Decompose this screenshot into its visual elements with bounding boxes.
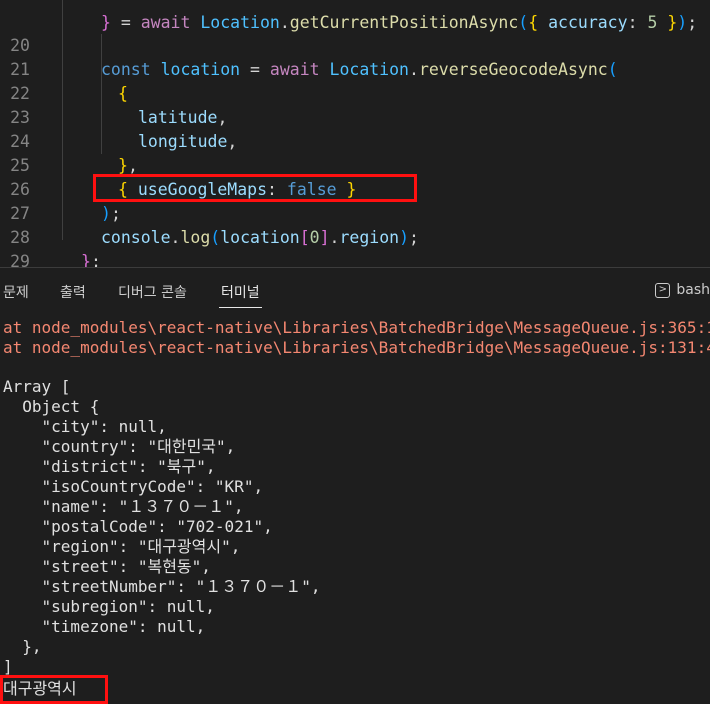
stack-trace-line: at node_modules\react-native\Libraries\B… (3, 318, 710, 337)
code-line-23: 23 longitude, (0, 82, 710, 151)
terminal-icon: > (655, 282, 671, 298)
code-line-25: 25 { useGoogleMaps: false } (0, 130, 710, 199)
output-line: "subregion": null, (3, 597, 215, 616)
output-line: "postalCode": "702-021", (3, 517, 273, 536)
terminal-output[interactable]: at node_modules\react-native\Libraries\B… (0, 312, 710, 704)
output-line: "isoCountryCode": "KR", (3, 477, 264, 496)
panel-tab-bar: 문제 출력 디버그 콘솔 터미널 > bash (0, 268, 710, 312)
code-line-30: 30 ask(); (0, 250, 710, 267)
output-line: "name": "１３７０－１", (3, 497, 244, 516)
output-line: }, (3, 637, 42, 656)
stack-trace-line: at node_modules\react-native\Libraries\B… (3, 338, 710, 357)
output-line: "district": "북구", (3, 457, 216, 476)
output-line: "city": null, (3, 417, 167, 436)
output-line: "country": "대한민국", (3, 437, 236, 456)
output-line: "streetNumber": "１３７０－１", (3, 577, 321, 596)
tab-output[interactable]: 출력 (60, 282, 86, 302)
tab-terminal[interactable]: 터미널 (219, 282, 262, 308)
output-line: Array [ (3, 377, 71, 396)
code-editor[interactable]: } = await Location.getCurrentPositionAsy… (0, 0, 710, 268)
code-line-20: 20 const location = await Location.rever… (0, 10, 710, 79)
output-line: Object { (3, 397, 100, 416)
tab-debug-console[interactable]: 디버그 콘솔 (118, 282, 187, 302)
code-line-21: 21 { (0, 34, 710, 103)
output-line: ] (3, 657, 13, 676)
output-line: "region": "대구광역시", (3, 537, 241, 556)
code-line-24: 24 }, (0, 106, 710, 175)
shell-label: bash (676, 282, 710, 298)
highlight-box-result (0, 675, 108, 704)
code-line-22: 22 latitude, (0, 58, 710, 127)
terminal-shell-selector[interactable]: > bash (655, 282, 710, 298)
highlight-box-console-log (93, 174, 417, 202)
tab-problems[interactable]: 문제 (3, 282, 29, 302)
output-line: "timezone": null, (3, 617, 206, 636)
output-line: "street": "복현동", (3, 557, 211, 576)
code-line-28: 28 }; (0, 202, 710, 267)
code-line-29: 29 useEffect(() => { (0, 226, 710, 267)
